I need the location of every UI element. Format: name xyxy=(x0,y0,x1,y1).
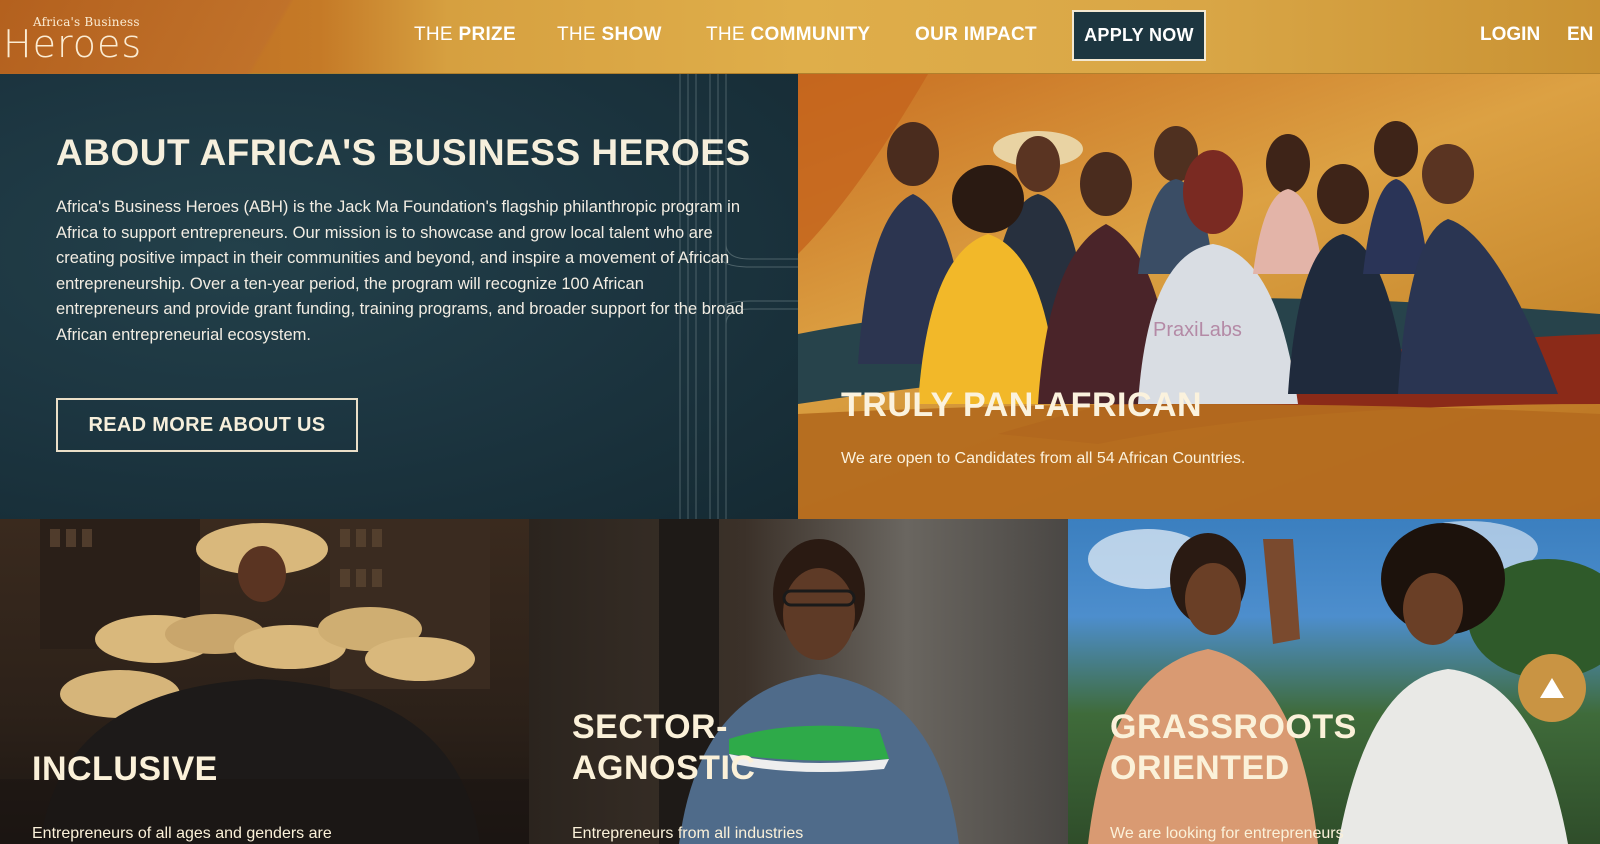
scroll-to-top-button[interactable] xyxy=(1518,654,1586,722)
nav-item-community[interactable]: THE COMMUNITY xyxy=(706,24,870,46)
login-link[interactable]: LOGIN xyxy=(1480,24,1540,46)
triangle-up-icon xyxy=(1540,678,1564,698)
nav-label: OUR IMPACT xyxy=(915,24,1037,45)
inclusive-photo xyxy=(0,519,529,844)
inclusive-card[interactable]: INCLUSIVE Entrepreneurs of all ages and … xyxy=(0,519,529,844)
about-title: ABOUT AFRICA'S BUSINESS HEROES xyxy=(56,132,751,173)
shirt-brand-label: PraxiLabs xyxy=(1153,319,1242,341)
pan-african-section: PraxiLabs TRULY PAN-AFRICAN We are open … xyxy=(798,74,1600,519)
about-section: ABOUT AFRICA'S BUSINESS HEROES Africa's … xyxy=(0,74,798,519)
sector-agnostic-card[interactable]: SECTOR- AGNOSTIC Entrepreneurs from all … xyxy=(529,519,1068,844)
card-title-line2: ORIENTED xyxy=(1110,749,1290,787)
card-description: Entrepreneurs from all industries xyxy=(572,825,804,842)
site-header: Africa's Business Heroes THE PRIZE THE S… xyxy=(0,0,1600,74)
about-description: Africa's Business Heroes (ABH) is the Ja… xyxy=(56,198,744,344)
apply-now-button[interactable]: APPLY NOW xyxy=(1072,10,1206,61)
language-selector[interactable]: EN xyxy=(1567,24,1593,46)
pan-african-description: We are open to Candidates from all 54 Af… xyxy=(841,450,1246,467)
nav-label: PRIZE xyxy=(458,24,516,45)
nav-prefix: THE xyxy=(706,24,751,45)
nav-prefix: THE xyxy=(557,24,602,45)
card-title-line1: GRASSROOTS xyxy=(1110,708,1357,746)
site-logo[interactable]: Africa's Business Heroes xyxy=(3,12,143,66)
pan-african-title: TRULY PAN-AFRICAN xyxy=(841,386,1203,424)
card-title: INCLUSIVE xyxy=(32,750,218,788)
nav-item-show[interactable]: THE SHOW xyxy=(557,24,662,46)
people-group xyxy=(858,121,1558,404)
nav-prefix: THE xyxy=(414,24,459,45)
nav-item-prize[interactable]: THE PRIZE xyxy=(414,24,516,46)
read-more-button[interactable]: READ MORE ABOUT US xyxy=(56,398,358,452)
sector-agnostic-photo xyxy=(659,519,959,844)
nav-item-impact[interactable]: OUR IMPACT xyxy=(915,24,1037,46)
card-description: We are looking for entrepreneurs xyxy=(1110,825,1344,842)
card-description: Entrepreneurs of all ages and genders ar… xyxy=(32,825,332,842)
card-title-line1: SECTOR- xyxy=(572,708,728,746)
nav-label: SHOW xyxy=(601,24,662,45)
card-title-line2: AGNOSTIC xyxy=(572,749,756,787)
nav-label: COMMUNITY xyxy=(750,24,871,45)
logo-wordmark: Heroes xyxy=(3,22,143,66)
